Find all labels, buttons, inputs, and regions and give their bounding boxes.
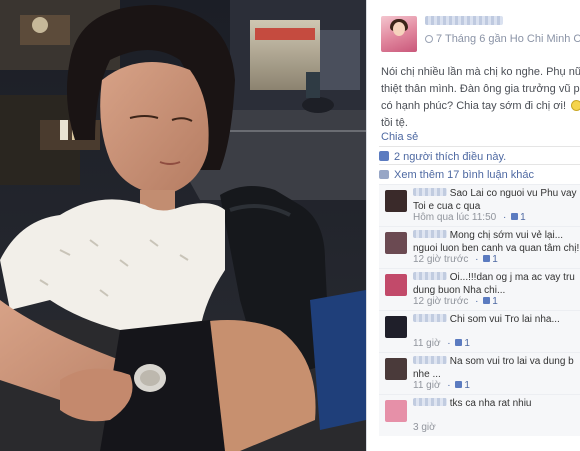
thumbs-up-icon (455, 381, 463, 388)
comment-text: Sao Lai co nguoi vu Phu vay ha Toi e cua… (413, 188, 580, 212)
clock-icon (425, 35, 433, 43)
facebook-post-panel: 7 Tháng 6 gần Ho Chi Minh City Nói chị n… (366, 0, 580, 451)
post-body: Nói chị nhiều lần mà chị ko nghe. Phụ nữ… (381, 64, 580, 132)
commenter-avatar[interactable] (385, 232, 407, 254)
like-button[interactable]: · 1 (500, 212, 526, 223)
author-avatar[interactable] (381, 16, 417, 52)
comment-item: Chi som vui Tro lai nha... 11 giờ · 1 (379, 310, 580, 352)
thumbs-up-icon (483, 255, 491, 262)
post-header: 7 Tháng 6 gần Ho Chi Minh City (381, 14, 580, 54)
commenter-name-blurred[interactable] (413, 272, 447, 280)
commenter-avatar[interactable] (385, 358, 407, 380)
comment-meta: 12 giờ trước · 1 (413, 254, 498, 265)
likes-text: 2 người thích điều này. (394, 151, 507, 163)
thumbs-up-icon (511, 213, 519, 220)
commenter-name-blurred[interactable] (413, 398, 447, 406)
post-photo[interactable] (0, 0, 366, 451)
post-line: thiệt thân mình. Đàn ông gia trưởng vũ p… (381, 83, 580, 95)
commenter-avatar[interactable] (385, 190, 407, 212)
comment-item: Na som vui tro lai va dung b nhe ... 11 … (379, 352, 580, 394)
more-comments-text: Xem thêm 17 bình luận khác (394, 169, 535, 181)
thumbs-up-icon (379, 151, 389, 161)
comment-meta: 12 giờ trước · 1 (413, 296, 498, 307)
thumbs-up-icon (455, 339, 463, 346)
post-time-text: 7 Tháng 6 gần Ho Chi Minh City (436, 33, 580, 45)
comments-list: Sao Lai co nguoi vu Phu vay ha Toi e cua… (379, 184, 580, 436)
commenter-name-blurred[interactable] (413, 188, 447, 196)
comment-text: Chi som vui Tro lai nha... (413, 313, 560, 326)
comment-text: Oi...!!!dan og j ma ac vay tru dung buon… (413, 272, 575, 296)
comment-meta: Hôm qua lúc 11:50 · 1 (413, 212, 526, 223)
comment-bubble-icon (379, 170, 389, 179)
commenter-name-blurred[interactable] (413, 356, 447, 364)
comment-meta: 11 giờ · 1 (413, 338, 470, 349)
comment-item: Sao Lai co nguoi vu Phu vay ha Toi e cua… (379, 184, 580, 226)
post-line: có hạnh phúc? Chia tay sớm đi chị ơi! (381, 98, 580, 115)
share-link[interactable]: Chia sẻ (381, 131, 418, 143)
post-line: Nói chị nhiều lần mà chị ko nghe. Phụ nữ… (381, 66, 580, 78)
comment-text: Mong chị sớm vui vẻ lại... nguoi luon be… (413, 230, 580, 254)
post-line: tồi tệ. (381, 117, 408, 129)
likes-summary[interactable]: 2 người thích điều này. (379, 146, 580, 166)
comment-item: tks ca nha rat nhiu 3 giờ (379, 394, 580, 436)
commenter-name-blurred[interactable] (413, 230, 447, 238)
view-more-comments[interactable]: Xem thêm 17 bình luận khác (379, 164, 580, 184)
like-button[interactable]: · 1 (445, 380, 470, 391)
thumbs-up-icon (483, 297, 491, 304)
like-button[interactable]: · 1 (445, 338, 470, 349)
comment-text: tks ca nha rat nhiu (413, 397, 532, 410)
commenter-avatar[interactable] (385, 400, 407, 422)
photo-illustration (0, 0, 366, 451)
comment-text: Na som vui tro lai va dung b nhe ... (413, 356, 574, 380)
like-button[interactable]: · 1 (472, 254, 498, 265)
commenter-avatar[interactable] (385, 274, 407, 296)
comment-item: Mong chị sớm vui vẻ lại... nguoi luon be… (379, 226, 580, 268)
like-button[interactable]: · 1 (472, 296, 498, 307)
author-name-blurred[interactable] (425, 16, 503, 25)
comment-meta: 3 giờ (413, 422, 436, 433)
post-timestamp[interactable]: 7 Tháng 6 gần Ho Chi Minh City (425, 33, 580, 45)
commenter-name-blurred[interactable] (413, 314, 447, 322)
frown-emoticon-icon (571, 100, 580, 111)
commenter-avatar[interactable] (385, 316, 407, 338)
comment-item: Oi...!!!dan og j ma ac vay tru dung buon… (379, 268, 580, 310)
comment-meta: 11 giờ · 1 (413, 380, 470, 391)
